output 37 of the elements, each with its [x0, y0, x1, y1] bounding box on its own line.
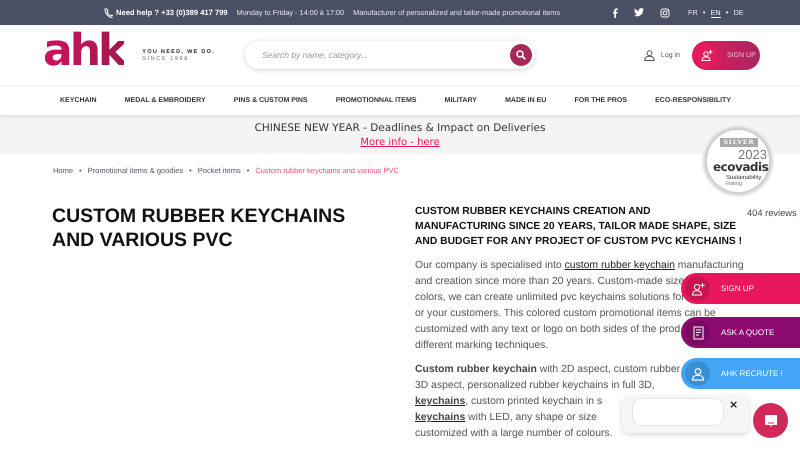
twitter-icon[interactable]: [634, 8, 644, 17]
reviews-count[interactable]: 404 reviews: [747, 208, 797, 218]
side-action-button[interactable]: ASK A QUOTE: [681, 317, 800, 348]
chat-icon: [764, 414, 778, 428]
user-icon: [690, 366, 704, 380]
body-text-line: 3D aspect, personalized rubber keychains in full 3D,: [415, 379, 655, 393]
chat-button[interactable]: [753, 403, 788, 438]
body-text-line: keychains with LED, any shape or size: [415, 411, 597, 425]
close-button[interactable]: ×: [729, 398, 738, 411]
section-heading: CUSTOM RUBBER KEYCHAINS CREATION AND MANUFACTURING SINCE 20 YEARS, TAILOR MADE SHAPE, SIZE AND BUDGET FOR ANY PROJECT OF CUSTOM PVC KEYCHAINS !: [415, 205, 744, 249]
more-info-link[interactable]: More info - here: [360, 136, 440, 148]
facebook-icon[interactable]: [612, 8, 618, 18]
separator-dot: •: [702, 8, 706, 17]
body-text-line: Custom rubber keychain with 2D aspect, custom rubber: [415, 363, 680, 377]
phone-icon: [103, 8, 113, 18]
text-link[interactable]: keychains: [415, 412, 466, 423]
body-text-line: different marking techniques.: [415, 339, 548, 353]
search-icon: [516, 50, 526, 60]
text-link[interactable]: custom rubber keychain: [564, 260, 675, 271]
separator-dot: •: [726, 8, 729, 17]
chat-input[interactable]: [632, 398, 724, 426]
body-text-line: keychains, custom printed keychain in s: [415, 395, 602, 409]
instagram-icon[interactable]: [660, 8, 670, 18]
search-button[interactable]: [510, 44, 532, 66]
document-icon: [690, 326, 704, 340]
medal-year: 2023: [738, 148, 767, 161]
body-text-line: customized with a large number of colours.: [415, 427, 613, 441]
announcement-title: CHINESE NEW YEAR - Deadlines & Impact on Deliveries: [254, 122, 546, 134]
user-icon: [644, 50, 655, 60]
add-user-icon: [700, 50, 712, 60]
search-input[interactable]: Search by name, category...: [260, 49, 510, 61]
body-text-line: customized with any text or logo on both sides of the prod: [415, 323, 680, 337]
body-text-line: Our company is specialised into custom rubber keychain manufacturing: [415, 259, 744, 273]
page-title: CUSTOM RUBBER KEYCHAINS AND VARIOUS PVC: [52, 204, 346, 253]
add-user-icon: [690, 282, 704, 296]
text-link[interactable]: keychains: [415, 396, 466, 407]
ecovadis-wordmark: ecovadis: [713, 161, 768, 173]
